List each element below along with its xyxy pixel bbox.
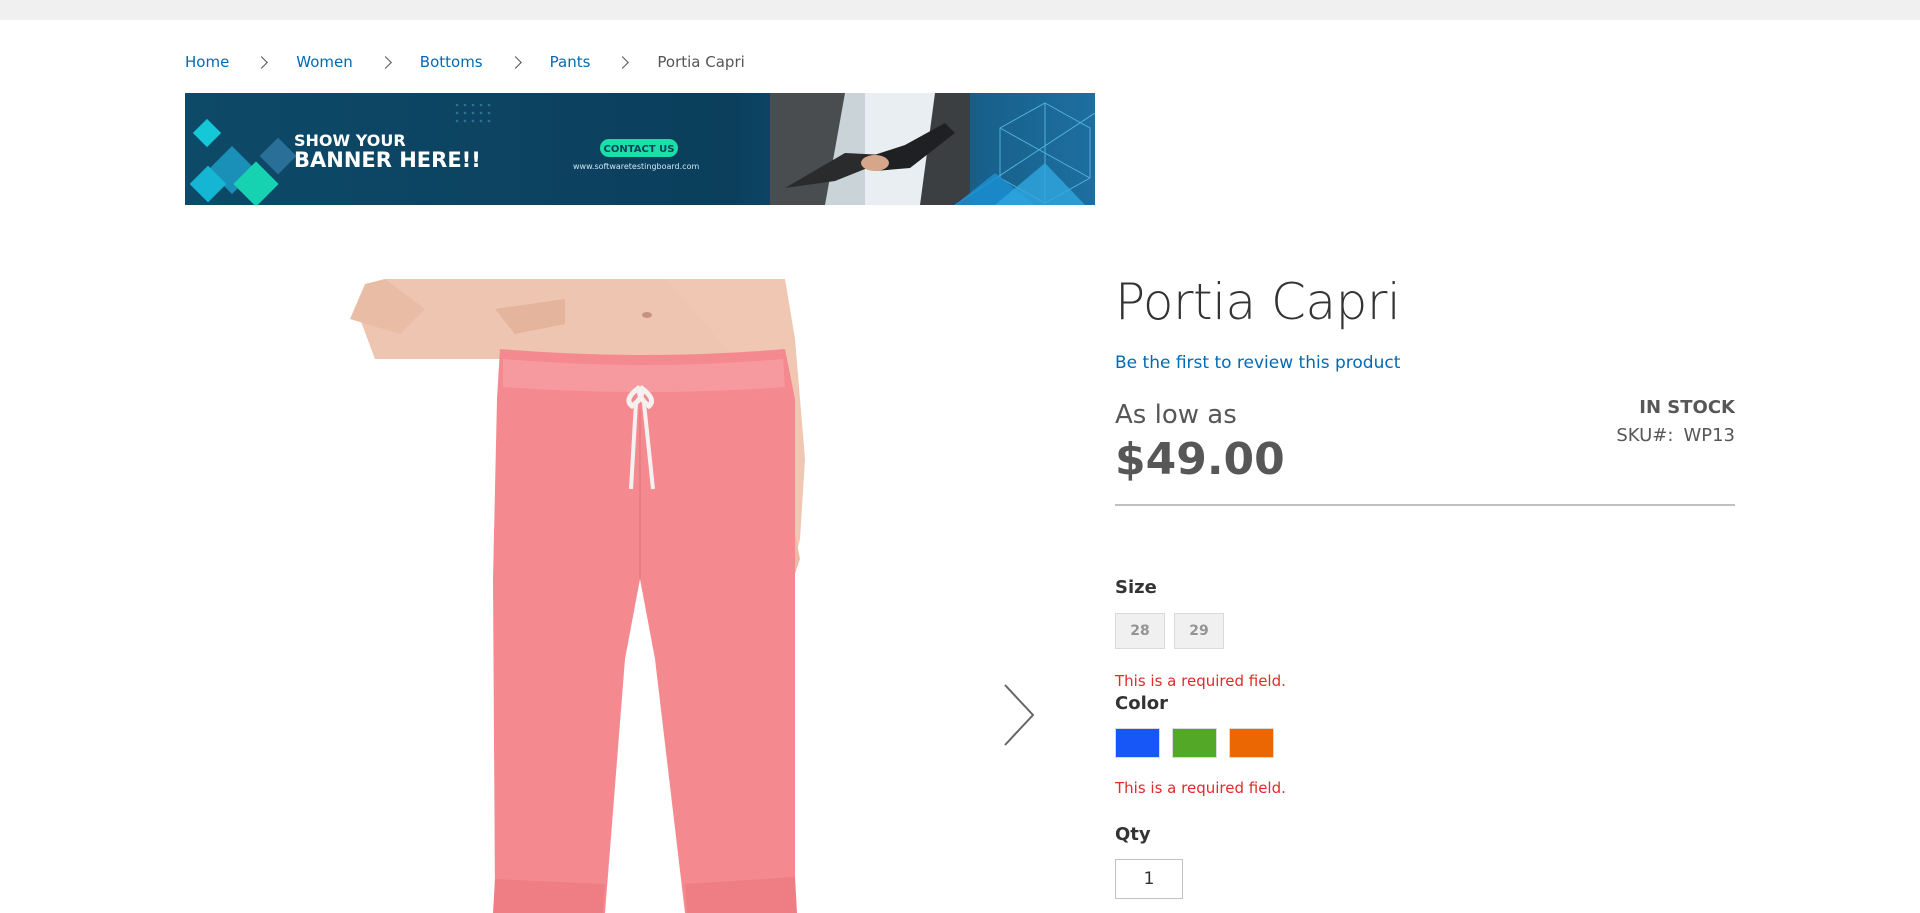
- banner-handshake-photo: [770, 93, 970, 205]
- promo-banner[interactable]: SHOW YOUR BANNER HERE!! CONTACT US www.s…: [185, 93, 1095, 205]
- breadcrumb-link-home[interactable]: Home: [185, 53, 229, 71]
- sku-label: SKU#:: [1616, 425, 1674, 446]
- qty-input[interactable]: [1115, 859, 1183, 899]
- color-swatch-blue[interactable]: [1115, 728, 1160, 758]
- sku: SKU#: WP13: [1616, 425, 1735, 446]
- breadcrumb-item-pants: Pants: [550, 53, 658, 71]
- breadcrumb-item-women: Women: [296, 53, 419, 71]
- stock-status: IN STOCK: [1639, 397, 1735, 418]
- price-label: As low as: [1115, 400, 1237, 430]
- chevron-right-icon: [378, 55, 392, 69]
- breadcrumb: Home Women Bottoms Pants Portia Capri: [185, 52, 745, 72]
- product-info: Portia Capri Be the first to review this…: [1115, 270, 1735, 899]
- header-strip: [0, 0, 1920, 20]
- chevron-right-icon: [255, 55, 269, 69]
- product-price: $49.00: [1115, 434, 1285, 485]
- breadcrumb-item-home: Home: [185, 53, 296, 71]
- size-options: 28 29: [1115, 613, 1224, 649]
- banner-cta: CONTACT US: [604, 144, 675, 155]
- color-options: [1115, 728, 1274, 758]
- review-link[interactable]: Be the first to review this product: [1115, 353, 1400, 373]
- banner-headline-2: BANNER HERE!!: [294, 148, 481, 172]
- chevron-right-icon: [616, 55, 630, 69]
- color-swatch-green[interactable]: [1172, 728, 1217, 758]
- breadcrumb-item-bottoms: Bottoms: [420, 53, 550, 71]
- banner-artwork: SHOW YOUR BANNER HERE!! CONTACT US www.s…: [185, 93, 1095, 205]
- size-error: This is a required field.: [1115, 672, 1286, 690]
- product-title: Portia Capri: [1115, 273, 1401, 331]
- price-divider: [1115, 504, 1735, 506]
- chevron-right-icon: [1004, 684, 1035, 746]
- color-swatch-orange[interactable]: [1229, 728, 1274, 758]
- breadcrumb-link-pants[interactable]: Pants: [550, 53, 591, 71]
- sku-value: WP13: [1683, 425, 1735, 446]
- breadcrumb-current: Portia Capri: [657, 53, 745, 71]
- pink-capri-pants-photo: [185, 279, 1065, 913]
- size-option-29[interactable]: 29: [1174, 613, 1224, 649]
- banner-url: www.softwaretestingboard.com: [573, 162, 699, 171]
- color-error: This is a required field.: [1115, 779, 1286, 797]
- gallery-next-arrow[interactable]: [1000, 680, 1040, 750]
- size-option-28[interactable]: 28: [1115, 613, 1165, 649]
- color-label: Color: [1115, 693, 1168, 714]
- breadcrumb-link-bottoms[interactable]: Bottoms: [420, 53, 483, 71]
- breadcrumb-link-women[interactable]: Women: [296, 53, 352, 71]
- chevron-right-icon: [508, 55, 522, 69]
- qty-label: Qty: [1115, 824, 1151, 845]
- size-label: Size: [1115, 577, 1157, 598]
- product-image-gallery[interactable]: [185, 279, 1065, 913]
